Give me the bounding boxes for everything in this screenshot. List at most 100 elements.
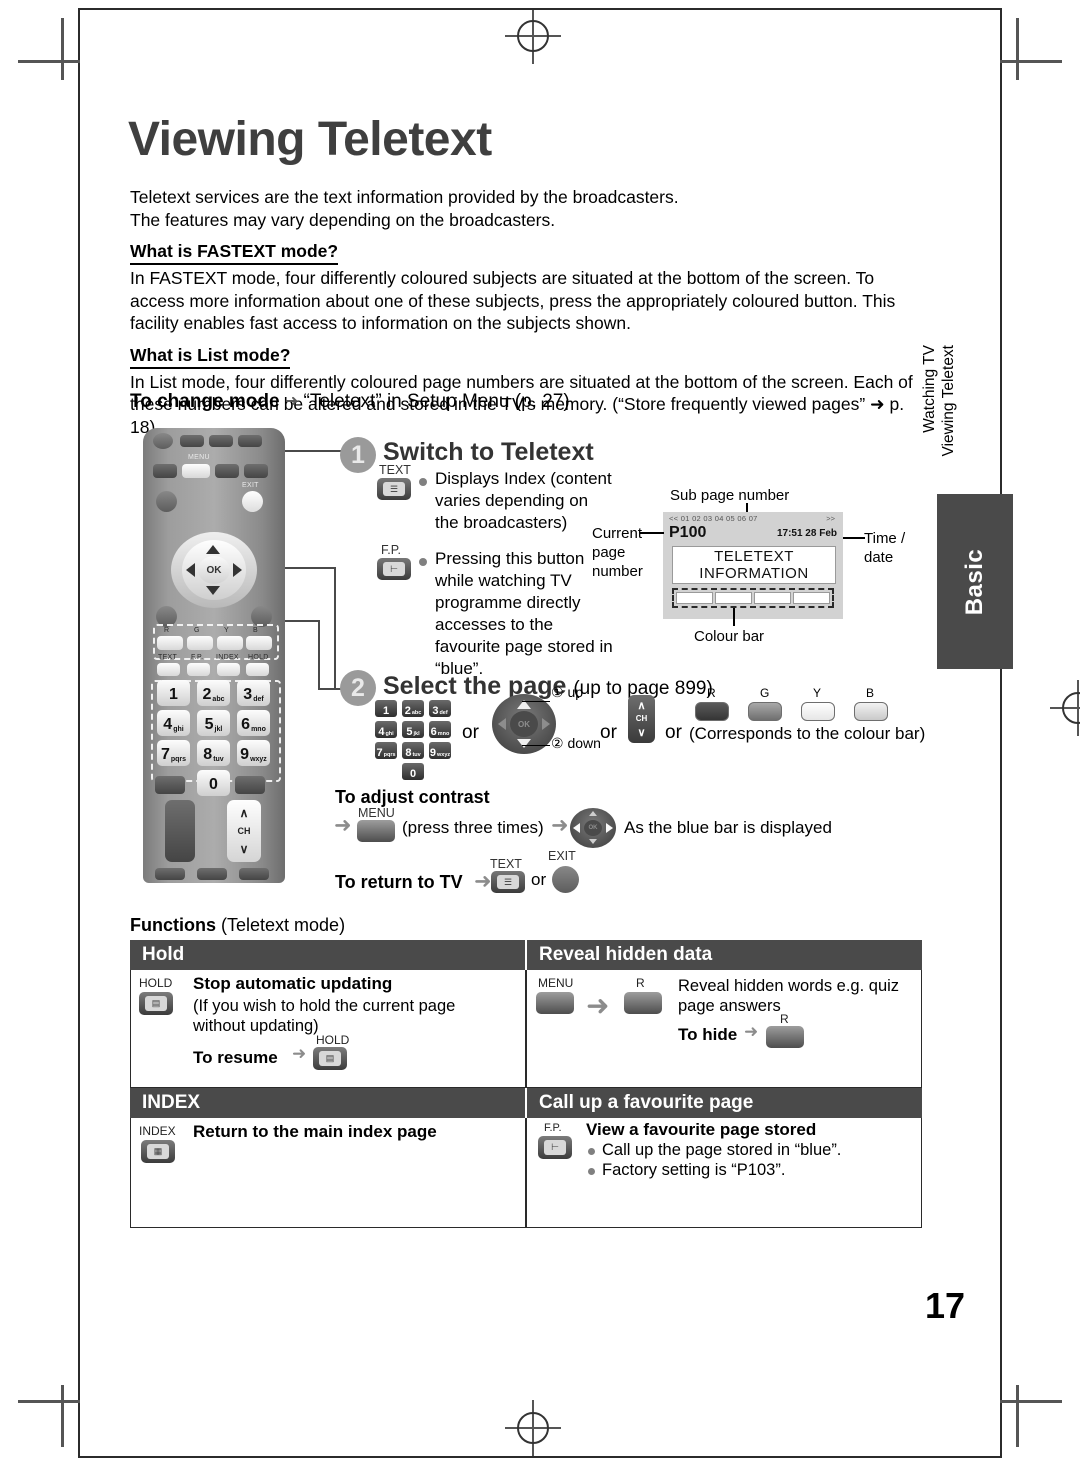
hold-body-line-2: without updating): [193, 1017, 319, 1035]
adjust-dpad-down-icon: [589, 839, 597, 844]
hold-icon: ▤: [139, 992, 173, 1015]
step-2-title-main: Select the page: [383, 672, 567, 700]
label-colour-bar: Colour bar: [694, 628, 765, 645]
callout-time-date: [843, 537, 865, 539]
return-to-tv-or: or: [531, 870, 547, 889]
step2-colour-button-b: [854, 702, 888, 721]
remote-top-button-1: [180, 435, 204, 447]
step2-ch-up-icon: ∧: [637, 700, 646, 713]
adjust-contrast-heading: To adjust contrast: [335, 787, 490, 807]
step2-colour-cap-b: B: [866, 686, 875, 700]
remote-footer-button-1: [155, 868, 185, 880]
reveal-hide-r-cap: R: [780, 1012, 789, 1026]
favourite-bullet-1: [588, 1148, 595, 1155]
tv-colour-bar-cell-1: [676, 592, 713, 604]
remote-bottom-left-button: [155, 776, 185, 794]
remote-footer-button-3: [239, 868, 269, 880]
step2-key-4: 4 ghi: [375, 721, 397, 738]
functions-cell-reveal: MENU ➜ R Reveal hidden words e.g. quiz p…: [525, 970, 922, 1088]
tv-sub-page-next: >>: [826, 514, 835, 523]
to-change-mode-label: To change mode: [130, 391, 280, 412]
functions-cell-hold: HOLD ▤ Stop automatic updating (If you w…: [130, 970, 527, 1088]
step2-colour-button-g: [748, 702, 782, 721]
functions-header-hold: Hold: [130, 940, 527, 970]
adjust-contrast-dpad: OK: [570, 808, 616, 848]
remote-key-7: 7 pqrs: [157, 740, 190, 766]
remote-ch-down-icon: ∨: [239, 842, 249, 856]
remote-bottom-right-button: [235, 776, 265, 794]
tv-colour-bar-cell-2: [715, 592, 752, 604]
favourite-page-icon-glyph: ⊢: [383, 562, 405, 576]
side-label-viewing-teletext: Viewing Teletext: [940, 345, 957, 457]
side-tab-basic-label: Basic: [961, 548, 988, 615]
remote-colour-cap-r: R: [164, 627, 170, 634]
side-section-labels: Watching TV Viewing Teletext: [921, 345, 961, 465]
remote-fn-cap-index: INDEX: [216, 654, 239, 661]
index-key-cap: INDEX: [139, 1124, 176, 1138]
remote-colour-cap-y: Y: [224, 627, 229, 634]
tv-body-text: TELETEXT INFORMATION: [672, 546, 836, 584]
reveal-arrow-icon: ➜: [586, 990, 610, 1021]
hold-title: Stop automatic updating: [193, 974, 393, 993]
hold-resume-key-cap: HOLD: [316, 1033, 350, 1047]
favourite-bullet-text-2: Factory setting is “P103”.: [602, 1161, 786, 1179]
tv-time-date-value: 17:51 28 Feb: [776, 528, 837, 539]
remote-nav-down-icon: [206, 586, 220, 595]
return-to-tv-text-cap: TEXT: [490, 857, 522, 871]
functions-body-row-2: INDEX ▦ Return to the main index page F.…: [130, 1118, 923, 1228]
return-to-tv-heading: To return to TV: [335, 872, 463, 892]
remote-menu-button: [182, 464, 210, 478]
functions-table: Hold Reveal hidden data HOLD ▤ Stop auto…: [130, 940, 923, 1228]
remote-hold-button: [246, 663, 269, 676]
step2-dpad-left-icon: [498, 718, 506, 730]
step2-corresponds-note: (Corresponds to the colour bar): [689, 724, 926, 743]
step1-fp-key-cap: F.P.: [381, 543, 401, 557]
to-change-mode-line: To change mode ➜ “Teletext” in Setup Men…: [130, 391, 570, 413]
remote-key-5: 5 jkl: [197, 710, 230, 736]
remote-left-round-button-top: [156, 491, 177, 512]
favourite-icon: ⊢: [538, 1136, 572, 1159]
remote-channel-rocker: ∧ CH ∨: [227, 800, 261, 862]
functions-header-favourite: Call up a favourite page: [525, 1088, 922, 1118]
functions-heading: Functions (Teletext mode): [130, 915, 345, 936]
step-1-number: 1: [340, 437, 376, 473]
remote-colour-button-g: [187, 636, 213, 650]
reveal-menu-button: [536, 992, 574, 1014]
adjust-contrast-result-text: As the blue bar is displayed: [624, 818, 832, 837]
step2-ch-label: CH: [635, 714, 648, 724]
remote-nav-left-icon: [186, 563, 195, 577]
remote-colour-button-y: [217, 636, 243, 650]
functions-heading-rest: (Teletext mode): [221, 915, 346, 935]
remote-colour-cap-b: B: [253, 627, 258, 634]
remote-top-button-2: [209, 435, 233, 447]
step1-item-2-text: Pressing this button while watching TV p…: [435, 549, 613, 678]
teletext-icon: ☰: [377, 478, 411, 500]
step2-dpad-down-icon: [517, 739, 531, 748]
hold-body-line-1: (If you wish to hold the current page: [193, 997, 456, 1015]
remote-exit-button: [242, 491, 263, 512]
callout-dpad-up: [522, 701, 550, 703]
functions-header-row-1: Hold Reveal hidden data: [130, 940, 923, 970]
fastext-body: In FASTEXT mode, four differently colour…: [130, 268, 896, 333]
step2-colour-cap-g: G: [760, 686, 770, 700]
reveal-hide-arrow-icon: ➜: [744, 1022, 759, 1041]
arrow-right-icon: ➜: [284, 393, 299, 410]
remote-key-4: 4 ghi: [157, 710, 190, 736]
tv-body-line-2: INFORMATION: [699, 565, 809, 582]
step2-key-5: 5 jkl: [402, 721, 424, 738]
step-1-title: Switch to Teletext: [383, 438, 594, 466]
functions-header-reveal-label: Reveal hidden data: [527, 940, 922, 970]
adjust-contrast-arrow-icon: ➜: [334, 814, 352, 837]
remote-footer-button-2: [197, 868, 227, 880]
index-title: Return to the main index page: [193, 1122, 437, 1141]
callout-current-page: [640, 532, 664, 534]
functions-heading-bold: Functions: [130, 915, 216, 935]
tv-colour-bar-cell-3: [754, 592, 791, 604]
step2-or-3: or: [665, 722, 682, 743]
fastext-heading: What is FASTEXT mode?: [130, 240, 339, 265]
remote-volume-rocker: [165, 800, 195, 862]
functions-header-index-label: INDEX: [130, 1088, 527, 1118]
remote-fp-button: [187, 663, 210, 676]
remote-key-1: 1: [157, 680, 190, 706]
page-number: 17: [925, 1285, 966, 1326]
